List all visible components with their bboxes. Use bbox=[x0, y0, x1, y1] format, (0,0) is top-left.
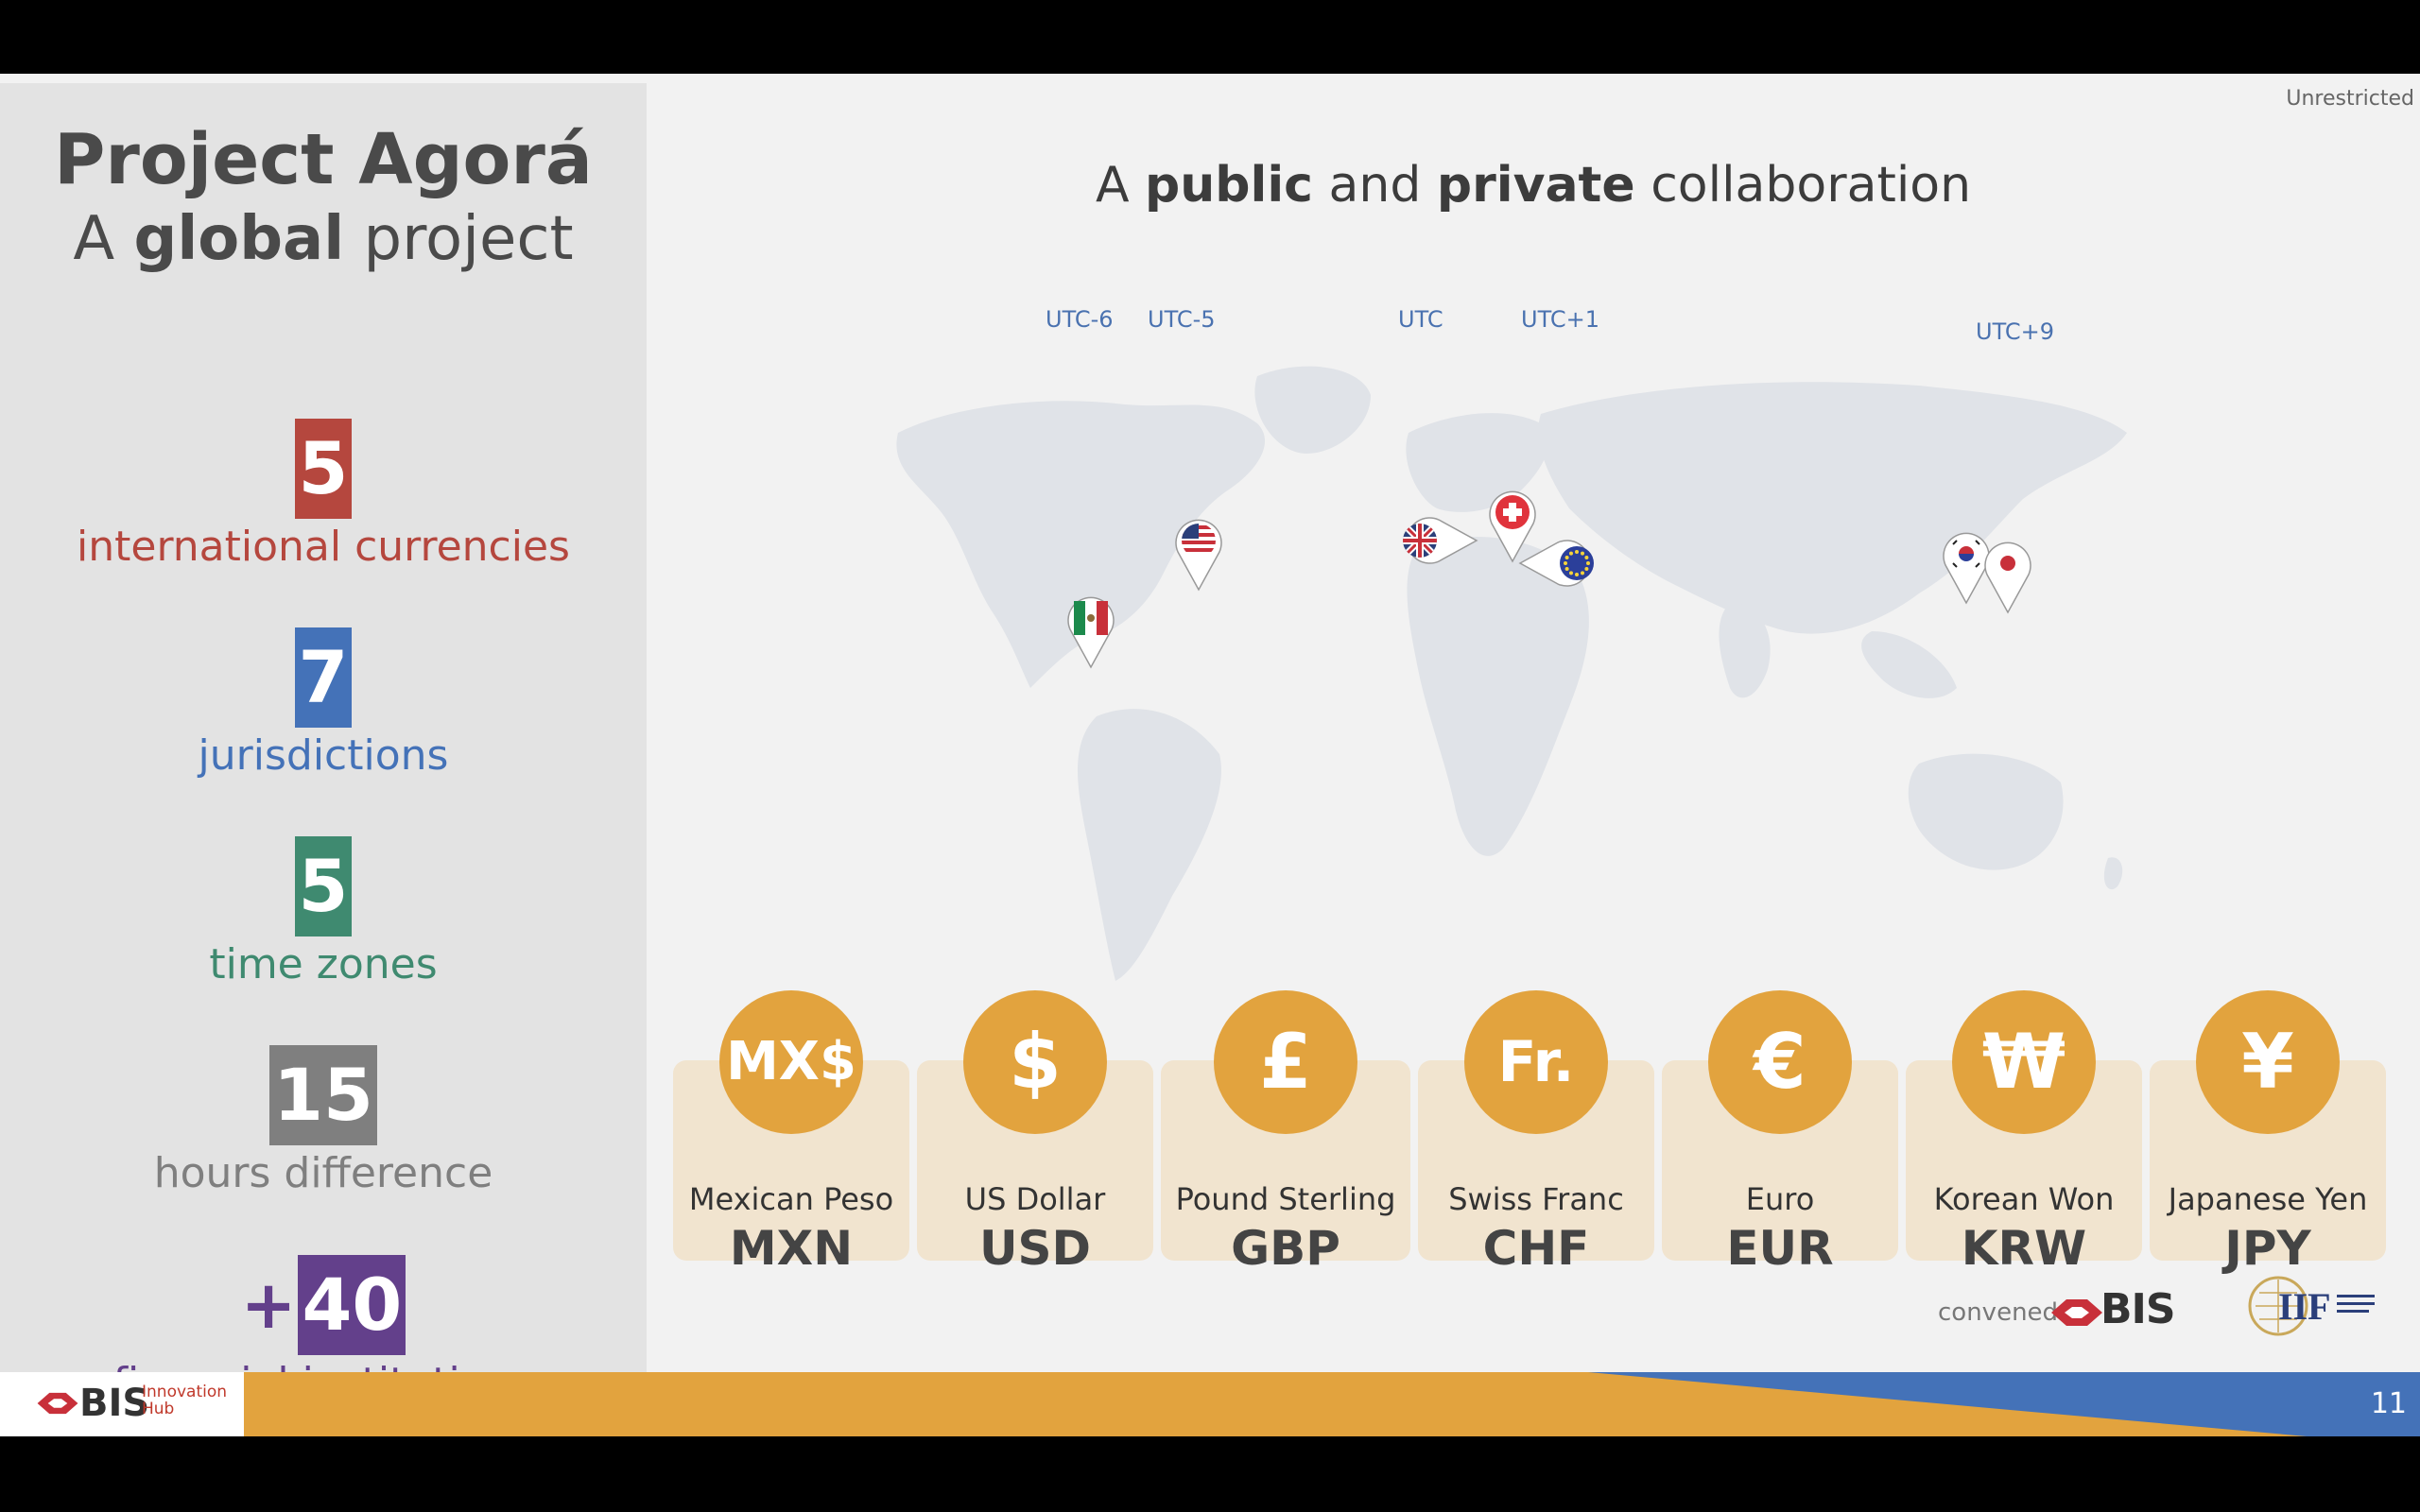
uk-flag-pin bbox=[1403, 517, 1478, 564]
dollar-icon: $ bbox=[963, 990, 1107, 1134]
currency-code: MXN bbox=[729, 1221, 854, 1276]
title-bold-private: private bbox=[1436, 157, 1635, 214]
stat-label: time zones bbox=[209, 940, 438, 988]
title-mid: and bbox=[1312, 157, 1437, 214]
stat-time-zones: 5 time zones bbox=[0, 836, 647, 988]
stat-value: 7 bbox=[294, 627, 353, 728]
currency-code: CHF bbox=[1482, 1221, 1590, 1276]
subtitle-post: project bbox=[344, 204, 574, 274]
currency-card-usd: $ US Dollar USD bbox=[917, 990, 1153, 1276]
stat-prefix: + bbox=[240, 1266, 297, 1344]
project-title: Project Agorá bbox=[54, 119, 593, 200]
japan-flag-pin bbox=[1984, 541, 2031, 614]
mexico-flag-pin bbox=[1067, 596, 1115, 669]
greenland-shape bbox=[1254, 366, 1371, 454]
footer-logo-sub-line2: Hub bbox=[142, 1400, 175, 1418]
footer-logo-sub-line1: Innovation bbox=[142, 1383, 228, 1401]
won-icon: ₩ bbox=[1952, 990, 2096, 1134]
south-america-shape bbox=[1078, 709, 1221, 981]
left-panel: Project Agorá A global project 5 interna… bbox=[0, 83, 647, 1407]
project-subtitle: A global project bbox=[0, 204, 647, 274]
utc-label: UTC+9 bbox=[1976, 318, 2054, 345]
bis-innovation-hub-logo: BIS Innovation Hub bbox=[0, 1372, 244, 1436]
currency-name: US Dollar bbox=[964, 1181, 1106, 1217]
yen-icon: ¥ bbox=[2196, 990, 2340, 1134]
currency-code: KRW bbox=[1961, 1221, 2087, 1276]
iif-logo-icon: IIF bbox=[2248, 1276, 2375, 1336]
currency-code: USD bbox=[978, 1221, 1092, 1276]
southeast-asia-shape bbox=[1861, 631, 1957, 698]
footer-logo-text: BIS bbox=[79, 1382, 150, 1425]
peso-icon: MX$ bbox=[719, 990, 863, 1134]
currency-card-eur: € Euro EUR bbox=[1662, 990, 1898, 1276]
slide: Project Agorá A global project 5 interna… bbox=[0, 74, 2420, 1436]
title-post: collaboration bbox=[1634, 157, 1972, 214]
stat-currencies: 5 international currencies bbox=[0, 419, 647, 571]
australia-shape bbox=[1908, 753, 2064, 870]
stat-label: hours difference bbox=[153, 1149, 493, 1197]
currency-name: Japanese Yen bbox=[2168, 1181, 2368, 1217]
stat-value: 15 bbox=[269, 1045, 377, 1145]
title-bold-public: public bbox=[1145, 157, 1313, 214]
world-map bbox=[896, 366, 2127, 981]
stat-value: 5 bbox=[294, 419, 353, 519]
subtitle-bold: global bbox=[133, 204, 345, 274]
currency-name: Euro bbox=[1745, 1181, 1815, 1217]
classification-label: Unrestricted bbox=[2286, 87, 2414, 111]
iif-logo-text: IIF bbox=[2278, 1285, 2331, 1328]
bis-logo-icon bbox=[37, 1392, 78, 1415]
stat-value: 5 bbox=[294, 836, 353, 936]
currency-code: EUR bbox=[1726, 1221, 1834, 1276]
utc-label: UTC bbox=[1398, 306, 1443, 333]
bis-logo-text: BIS bbox=[2100, 1285, 2176, 1333]
utc-label: UTC-6 bbox=[1046, 306, 1114, 333]
stat-value: 40 bbox=[298, 1255, 406, 1355]
pound-icon: £ bbox=[1214, 990, 1357, 1134]
stat-jurisdictions: 7 jurisdictions bbox=[0, 627, 647, 780]
subtitle-pre: A bbox=[73, 204, 134, 274]
currency-code: GBP bbox=[1231, 1221, 1340, 1276]
asia-shape bbox=[1538, 382, 2127, 634]
currency-card-gbp: £ Pound Sterling GBP bbox=[1161, 990, 1410, 1276]
bis-logo-icon bbox=[2051, 1299, 2102, 1326]
main-title: A public and private collaboration bbox=[647, 157, 2420, 214]
currency-card-krw: ₩ Korean Won KRW bbox=[1906, 990, 2142, 1276]
footer-bar: BIS Innovation Hub 11 bbox=[0, 1372, 2420, 1436]
currency-card-jpy: ¥ Japanese Yen JPY bbox=[2150, 990, 2386, 1276]
utc-label: UTC+1 bbox=[1521, 306, 1599, 333]
eu-flag-pin bbox=[1518, 540, 1594, 587]
franc-icon: Fr. bbox=[1464, 990, 1608, 1134]
stat-label: international currencies bbox=[77, 523, 570, 571]
footer-blue-band bbox=[1588, 1372, 2420, 1436]
euro-icon: € bbox=[1708, 990, 1852, 1134]
stat-hours-difference: 15 hours difference bbox=[0, 1045, 647, 1197]
currency-code: JPY bbox=[2224, 1221, 2311, 1276]
utc-label: UTC-5 bbox=[1148, 306, 1216, 333]
page-number: 11 bbox=[2370, 1387, 2407, 1420]
currency-cards: MX$ Mexican Peso MXN $ US Dollar USD £ P… bbox=[673, 990, 2386, 1276]
currency-name: Pound Sterling bbox=[1175, 1181, 1396, 1217]
currency-card-mxn: MX$ Mexican Peso MXN bbox=[673, 990, 909, 1276]
footer-logo-sub: Innovation Hub bbox=[142, 1383, 227, 1418]
currency-name: Mexican Peso bbox=[688, 1181, 894, 1217]
currency-card-chf: Fr. Swiss Franc CHF bbox=[1418, 990, 1654, 1276]
currency-name: Swiss Franc bbox=[1448, 1181, 1624, 1217]
currency-name: Korean Won bbox=[1933, 1181, 2115, 1217]
title-pre: A bbox=[1095, 157, 1146, 214]
usa-flag-pin bbox=[1175, 519, 1222, 592]
stat-label: jurisdictions bbox=[198, 731, 449, 780]
new-zealand-shape bbox=[2103, 857, 2123, 890]
